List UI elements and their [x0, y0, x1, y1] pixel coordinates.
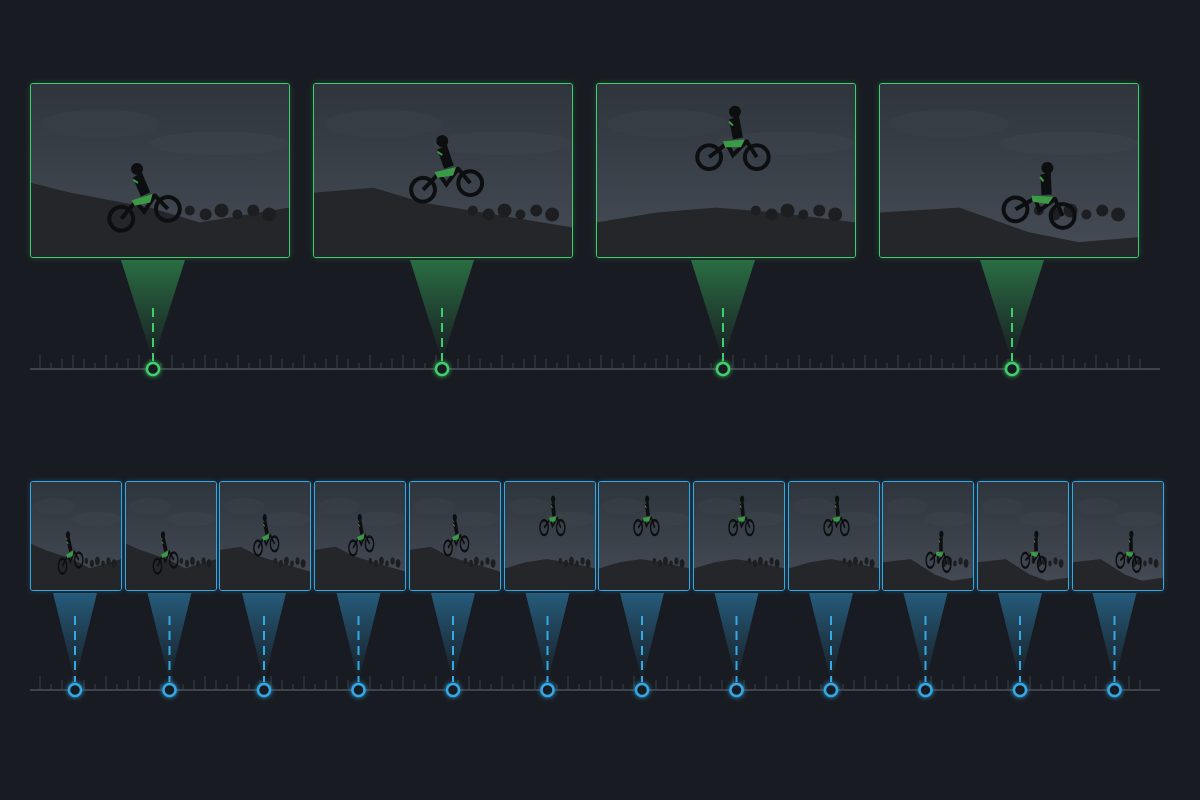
motocross-jump-icon [31, 482, 121, 590]
motocross-jump-icon [978, 482, 1068, 590]
motocross-jump-icon [315, 482, 406, 590]
motocross-jump-icon [788, 482, 879, 590]
dense-keyframes-frame[interactable] [977, 481, 1069, 591]
dense-keyframes-frame[interactable] [408, 481, 501, 591]
dense-keyframes-frame[interactable] [503, 481, 596, 591]
sparse-keyframes-frame[interactable] [596, 83, 856, 258]
motocross-jump-icon [599, 482, 690, 590]
sparse-keyframes-frame[interactable] [313, 83, 573, 258]
motocross-jump-icon [31, 84, 289, 257]
motocross-jump-icon [125, 482, 216, 590]
dense-keyframes-frame[interactable] [30, 481, 122, 591]
motocross-jump-icon [880, 84, 1138, 257]
motocross-jump-icon [220, 482, 311, 590]
dense-keyframes-frame[interactable] [314, 481, 407, 591]
dense-keyframes-frame[interactable] [1071, 481, 1164, 591]
dense-keyframes-frame[interactable] [692, 481, 785, 591]
dense-keyframes-frame[interactable] [219, 481, 312, 591]
frame-thumbnails [0, 0, 1200, 800]
sparse-keyframes-frame[interactable] [879, 83, 1139, 258]
sparse-keyframes-frame[interactable] [30, 83, 290, 258]
motocross-jump-icon [597, 84, 855, 257]
motocross-jump-icon [1072, 482, 1163, 590]
motocross-jump-icon [504, 482, 595, 590]
dense-keyframes-frame[interactable] [598, 481, 691, 591]
motocross-jump-icon [693, 482, 784, 590]
motocross-jump-icon [314, 84, 572, 257]
dense-keyframes-frame[interactable] [124, 481, 217, 591]
dense-keyframes-frame[interactable] [787, 481, 880, 591]
dense-keyframes-frame[interactable] [882, 481, 975, 591]
motocross-jump-icon [883, 482, 974, 590]
motocross-jump-icon [409, 482, 500, 590]
